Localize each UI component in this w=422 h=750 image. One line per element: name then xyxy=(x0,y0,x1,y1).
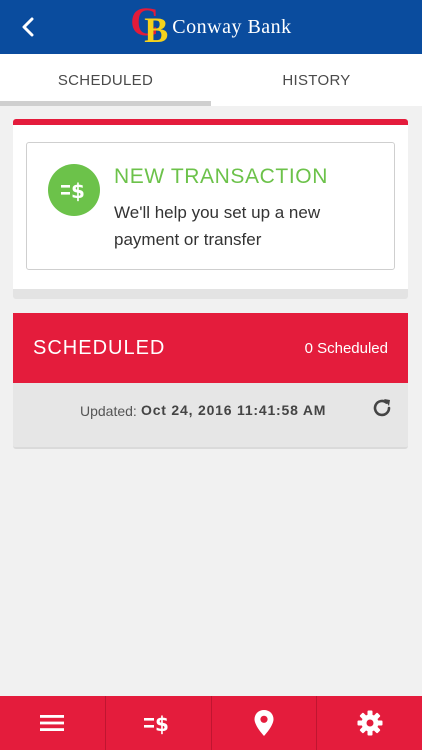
location-pin-icon xyxy=(254,710,274,736)
new-transaction-card[interactable]: $ NEW TRANSACTION We'll help you set up … xyxy=(26,142,395,270)
transfer-dollar-icon: $ xyxy=(61,179,85,203)
tab-scheduled[interactable]: SCHEDULED xyxy=(0,54,211,106)
new-transaction-description: We'll help you set up a new payment or t… xyxy=(114,203,321,249)
bottom-nav: $ xyxy=(0,696,422,750)
refresh-button[interactable] xyxy=(369,395,395,421)
nav-menu-button[interactable] xyxy=(0,696,105,750)
nav-transfer-button[interactable]: $ xyxy=(104,696,211,750)
refresh-icon xyxy=(373,399,391,417)
scheduled-header: SCHEDULED 0 Scheduled xyxy=(13,313,408,383)
updated-row: Updated: Oct 24, 2016 11:41:58 AM xyxy=(13,383,408,447)
svg-text:$: $ xyxy=(71,179,85,203)
updated-label: Updated: xyxy=(80,403,137,419)
new-transaction-panel: $ NEW TRANSACTION We'll help you set up … xyxy=(13,119,408,299)
tab-history[interactable]: HISTORY xyxy=(211,54,422,106)
logo-letter-b: B xyxy=(144,10,169,50)
app-header: C B Conway Bank xyxy=(0,0,422,54)
svg-text:$: $ xyxy=(155,712,169,736)
updated-timestamp: Oct 24, 2016 11:41:58 AM xyxy=(141,402,327,418)
nav-locations-button[interactable] xyxy=(210,696,317,750)
scheduled-count: 0 Scheduled xyxy=(304,339,388,357)
tab-bar: SCHEDULED HISTORY xyxy=(0,54,422,106)
app-screen: C B Conway Bank SCHEDULED HISTORY $ NEW … xyxy=(0,0,422,750)
bank-name: Conway Bank xyxy=(172,15,292,38)
menu-icon xyxy=(40,715,65,731)
scheduled-panel: SCHEDULED 0 Scheduled Updated: Oct 24, 2… xyxy=(13,313,408,449)
back-button[interactable] xyxy=(14,13,42,41)
transfer-dollar-icon: $ xyxy=(144,712,169,736)
chevron-left-icon xyxy=(22,17,34,37)
bank-logo: C B Conway Bank xyxy=(130,2,292,50)
gear-icon xyxy=(357,710,383,736)
new-transaction-icon-circle: $ xyxy=(48,164,100,216)
nav-settings-button[interactable] xyxy=(316,696,422,750)
logo-mark: C B xyxy=(130,2,172,50)
scheduled-title: SCHEDULED xyxy=(33,336,166,359)
new-transaction-title: NEW TRANSACTION xyxy=(114,165,328,188)
